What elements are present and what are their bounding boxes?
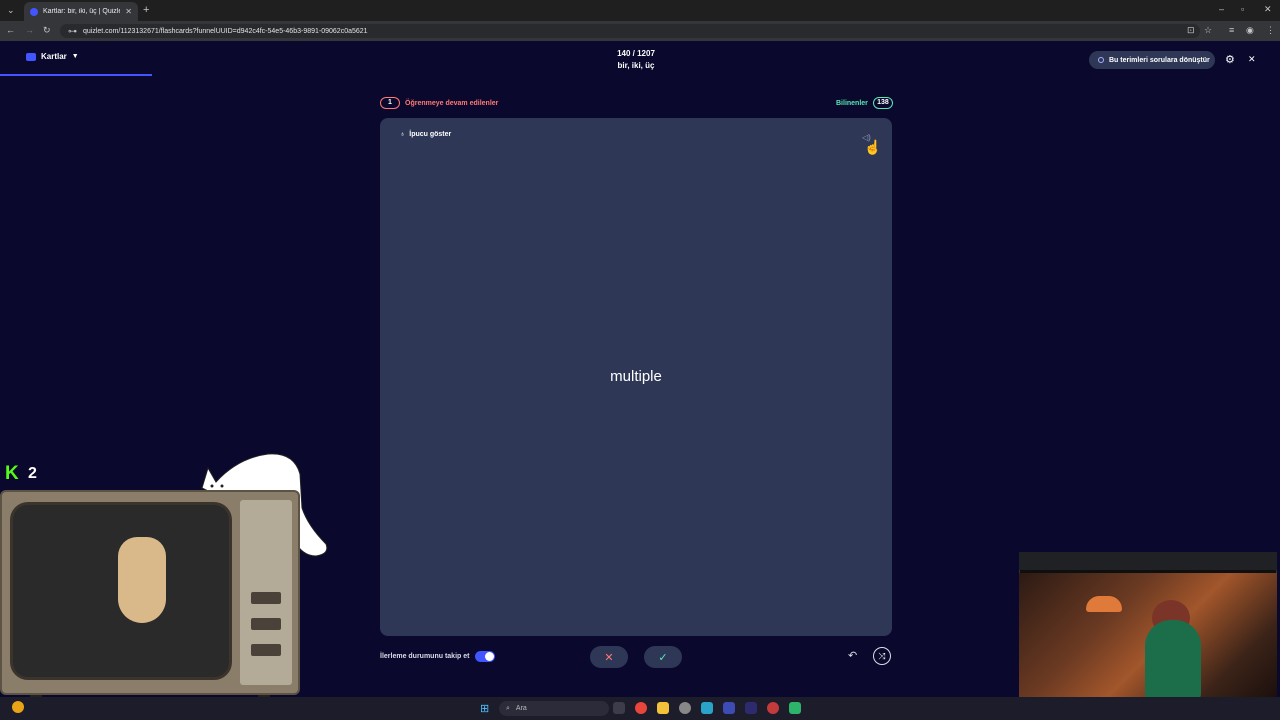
forward-icon[interactable]: →: [25, 25, 34, 35]
lightbulb-icon: ♁: [400, 131, 406, 138]
chrome-menu-icon[interactable]: ⋮: [1266, 25, 1275, 36]
mode-label: Kartlar: [41, 52, 67, 61]
card-term: multiple: [610, 368, 662, 385]
convert-to-questions-button[interactable]: Bu terimleri sorulara dönüştür: [1089, 51, 1215, 69]
progress-header: 140 / 1207 bir, iki, üç: [560, 48, 712, 72]
x-icon: ✕: [604, 651, 614, 664]
show-hint-button[interactable]: ♁ İpucu göster: [400, 131, 451, 138]
card-progress: 140 / 1207: [617, 49, 655, 58]
hint-label: İpucu göster: [409, 131, 452, 138]
set-title: bir, iki, üç: [617, 61, 655, 70]
close-tab-icon[interactable]: ✕: [125, 7, 132, 16]
address-bar[interactable]: ⊶ quizlet.com/1123132671/flashcards?funn…: [60, 24, 1200, 38]
site-info-icon[interactable]: ⊶: [68, 26, 77, 37]
track-progress-label: İlerleme durumunu takip et: [380, 653, 470, 660]
app-icon[interactable]: [789, 702, 801, 714]
reload-icon[interactable]: ↻: [43, 25, 51, 36]
chevron-down-icon: ▼: [71, 53, 79, 60]
mini-browser-bar: [1019, 552, 1277, 570]
check-icon: ✓: [658, 651, 668, 664]
install-app-icon[interactable]: ⊡: [1187, 25, 1195, 36]
weather-icon[interactable]: [12, 701, 24, 713]
minimize-icon[interactable]: –: [1219, 4, 1224, 14]
shuffle-icon[interactable]: ⤨: [873, 647, 891, 665]
profile-icon[interactable]: ◉: [1246, 25, 1254, 36]
know-button[interactable]: ✓: [644, 646, 682, 668]
chrome-icon[interactable]: [635, 702, 647, 714]
bookmark-star-icon[interactable]: ☆: [1204, 25, 1212, 36]
undo-icon[interactable]: ↶: [848, 649, 857, 662]
learning-count-badge: 1: [380, 97, 400, 109]
settings-gear-icon[interactable]: ⚙: [1225, 53, 1235, 66]
tab-search-icon[interactable]: ⌄: [7, 5, 15, 16]
kick-logo-icon: K: [5, 463, 19, 484]
back-icon[interactable]: ←: [6, 25, 15, 35]
still-learning-button[interactable]: ✕: [590, 646, 628, 668]
known-count-badge: 138: [872, 97, 893, 109]
task-view-icon[interactable]: [613, 702, 625, 714]
close-icon[interactable]: ✕: [1248, 54, 1256, 65]
track-progress-control[interactable]: İlerleme durumunu takip et: [380, 651, 496, 662]
tv-control-panel: [240, 500, 292, 685]
girl-illustration: [1145, 620, 1201, 700]
loading-spinner-icon: [1098, 57, 1104, 63]
window-close-icon[interactable]: ✕: [1264, 4, 1272, 15]
quizlet-favicon-icon: [30, 7, 38, 16]
app-icon[interactable]: [701, 702, 713, 714]
search-icon: ⌕: [506, 704, 510, 712]
still-learning-counter: 1 Öğrenmeye devam edilenler: [380, 97, 498, 109]
kick-viewer-count: 2: [28, 465, 37, 482]
taskbar-search[interactable]: ⌕ Ara: [499, 701, 609, 716]
lamp-illustration: [1086, 596, 1122, 612]
file-explorer-icon[interactable]: [657, 702, 669, 714]
mode-underline: [0, 74, 152, 76]
known-counter: Bilinenler 138: [836, 97, 893, 109]
hand-cursor-icon: ☝: [864, 139, 882, 155]
search-placeholder: Ara: [515, 705, 527, 712]
premiere-pro-icon[interactable]: [745, 702, 757, 714]
app-icon[interactable]: [767, 702, 779, 714]
new-tab-icon[interactable]: +: [143, 4, 149, 16]
learning-label: Öğrenmeye devam edilenler: [405, 99, 499, 107]
tv-knob: [251, 644, 281, 656]
known-label: Bilinenler: [836, 99, 868, 107]
browser-tab[interactable]: Kartlar: bir, iki, üç | Quizlet ✕: [24, 2, 138, 21]
app-icon[interactable]: [723, 702, 735, 714]
track-progress-toggle[interactable]: [475, 651, 496, 662]
convert-button-label: Bu terimleri sorulara dönüştür: [1109, 56, 1210, 64]
tv-knob: [251, 592, 281, 604]
hockey-mask-face: [118, 537, 166, 623]
flashcards-icon: [26, 52, 36, 61]
mode-dropdown[interactable]: Kartlar ▼: [26, 52, 79, 61]
browser-tab-bar: [0, 0, 1280, 21]
tv-knob: [251, 618, 281, 630]
reading-list-icon[interactable]: ≡: [1229, 25, 1234, 35]
maximize-icon[interactable]: ▫: [1241, 4, 1244, 14]
url-text: quizlet.com/1123132671/flashcards?funnel…: [83, 27, 368, 35]
tab-title: Kartlar: bir, iki, üç | Quizlet: [43, 8, 121, 15]
obs-icon[interactable]: [679, 702, 691, 714]
windows-start-icon[interactable]: ⊞: [480, 702, 489, 715]
